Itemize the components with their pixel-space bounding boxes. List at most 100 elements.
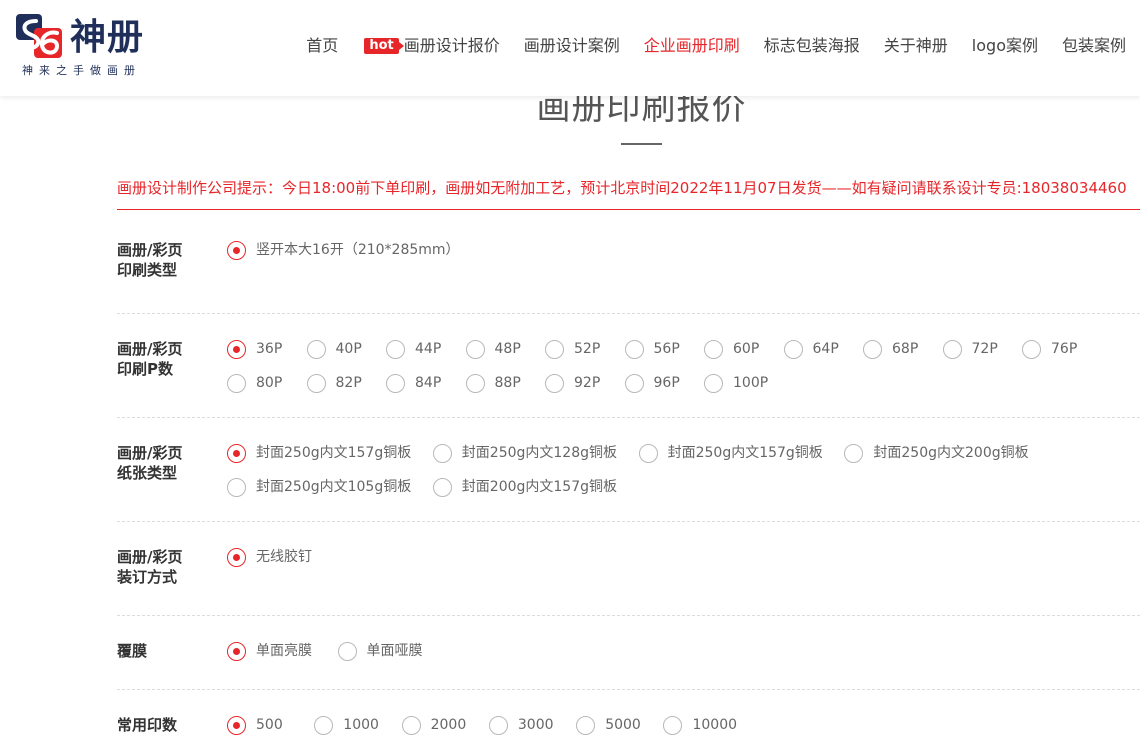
radio-option[interactable]: 单面哑膜 bbox=[337, 641, 449, 661]
radio-option[interactable]: 96P bbox=[624, 373, 705, 393]
radio-option[interactable]: 无线胶钉 bbox=[227, 547, 312, 567]
radio-option[interactable]: 36P bbox=[227, 339, 307, 359]
radio-option-label: 52P bbox=[574, 341, 601, 357]
group-label-line: 纸张类型 bbox=[117, 464, 178, 482]
group-label-line: 覆膜 bbox=[117, 642, 148, 660]
radio-unchecked-icon[interactable] bbox=[488, 715, 508, 735]
radio-unchecked-icon[interactable] bbox=[337, 641, 357, 661]
radio-unchecked-icon[interactable] bbox=[638, 443, 658, 463]
radio-unchecked-icon[interactable] bbox=[704, 373, 723, 393]
radio-option[interactable]: 76P bbox=[1022, 339, 1102, 359]
radio-option[interactable]: 10000 bbox=[663, 715, 750, 735]
nav-item-about[interactable]: 关于神册 bbox=[884, 32, 948, 60]
option-row: 竖开本大16开（210*285mm） bbox=[227, 240, 1137, 260]
nav-item-design-quote[interactable]: hot 画册设计报价 bbox=[364, 32, 500, 60]
radio-option-label: 80P bbox=[256, 375, 283, 391]
radio-unchecked-icon[interactable] bbox=[545, 339, 564, 359]
nav-item-logo-packaging-poster[interactable]: 标志包装海报 bbox=[764, 32, 860, 60]
radio-unchecked-icon[interactable] bbox=[545, 373, 564, 393]
radio-unchecked-icon[interactable] bbox=[227, 477, 246, 497]
radio-option[interactable]: 92P bbox=[545, 373, 625, 393]
radio-unchecked-icon[interactable] bbox=[306, 373, 326, 393]
radio-option[interactable]: 封面250g内文200g铜板 bbox=[844, 443, 1050, 463]
option-row: 80P 82P 84P 88P 92P 96P 100P bbox=[227, 373, 1137, 393]
radio-checked-icon[interactable] bbox=[227, 443, 246, 463]
radio-option[interactable]: 封面200g内文157g铜板 bbox=[432, 477, 639, 497]
radio-unchecked-icon[interactable] bbox=[863, 339, 882, 359]
radio-option[interactable]: 68P bbox=[863, 339, 943, 359]
radio-unchecked-icon[interactable] bbox=[314, 715, 334, 735]
radio-unchecked-icon[interactable] bbox=[624, 339, 644, 359]
radio-unchecked-icon[interactable] bbox=[942, 339, 962, 359]
nav-item-logo-cases[interactable]: logo案例 bbox=[972, 32, 1038, 60]
radio-option[interactable]: 84P bbox=[386, 373, 466, 393]
radio-option-label: 封面250g内文157g铜板 bbox=[256, 445, 412, 461]
radio-option[interactable]: 48P bbox=[465, 339, 546, 359]
radio-unchecked-icon[interactable] bbox=[386, 373, 405, 393]
options-binding: 无线胶钉 bbox=[227, 547, 1137, 581]
radio-option-label: 40P bbox=[335, 341, 362, 357]
radio-option[interactable]: 56P bbox=[624, 339, 705, 359]
radio-option[interactable]: 44P bbox=[386, 339, 466, 359]
radio-unchecked-icon[interactable] bbox=[1022, 339, 1041, 359]
radio-option-label: 36P bbox=[256, 341, 283, 357]
radio-unchecked-icon[interactable] bbox=[465, 339, 485, 359]
radio-unchecked-icon[interactable] bbox=[432, 443, 452, 463]
option-group-paper-type: 画册/彩页 纸张类型 封面250g内文157g铜板 封面250g内文128g铜板封… bbox=[117, 443, 1140, 513]
nav-item-label: 标志包装海报 bbox=[763, 36, 860, 55]
nav-item-brochure-printing[interactable]: 企业画册印刷 bbox=[644, 32, 740, 60]
radio-unchecked-icon[interactable] bbox=[624, 373, 644, 393]
notice-divider bbox=[117, 209, 1140, 210]
radio-option-label: 64P bbox=[812, 341, 839, 357]
radio-checked-icon[interactable] bbox=[227, 715, 246, 735]
radio-checked-icon[interactable] bbox=[227, 240, 246, 260]
radio-option[interactable]: 封面250g内文157g铜板 bbox=[227, 443, 433, 463]
radio-unchecked-icon[interactable] bbox=[783, 339, 803, 359]
radio-option[interactable]: 1000 bbox=[314, 715, 401, 735]
radio-option[interactable]: 72P bbox=[942, 339, 1023, 359]
group-label: 画册/彩页 印刷P数 bbox=[117, 339, 217, 379]
radio-option[interactable]: 3000 bbox=[488, 715, 576, 735]
radio-unchecked-icon[interactable] bbox=[432, 477, 452, 497]
radio-option[interactable]: 封面250g内文157g铜板 bbox=[638, 443, 845, 463]
radio-option[interactable]: 80P bbox=[227, 373, 307, 393]
radio-option[interactable]: 封面250g内文128g铜板 bbox=[432, 443, 639, 463]
radio-unchecked-icon[interactable] bbox=[576, 715, 596, 735]
radio-checked-icon[interactable] bbox=[227, 339, 246, 359]
radio-option[interactable]: 52P bbox=[545, 339, 625, 359]
nav-item-design-cases[interactable]: 画册设计案例 bbox=[524, 32, 620, 60]
radio-option[interactable]: 82P bbox=[306, 373, 387, 393]
radio-unchecked-icon[interactable] bbox=[306, 339, 326, 359]
nav-item-home[interactable]: 首页 bbox=[306, 32, 338, 60]
radio-unchecked-icon[interactable] bbox=[704, 339, 723, 359]
radio-checked-icon[interactable] bbox=[227, 641, 246, 661]
radio-option-label: 92P bbox=[574, 375, 601, 391]
radio-unchecked-icon[interactable] bbox=[386, 339, 405, 359]
radio-option[interactable]: 88P bbox=[465, 373, 546, 393]
radio-option[interactable]: 60P bbox=[704, 339, 784, 359]
radio-unchecked-icon[interactable] bbox=[844, 443, 864, 463]
radio-option-label: 72P bbox=[971, 341, 998, 357]
nav-item-packaging-cases[interactable]: 包装案例 bbox=[1062, 32, 1126, 60]
radio-option[interactable]: 封面250g内文105g铜板 bbox=[227, 477, 433, 497]
radio-option-label: 500 bbox=[256, 717, 283, 733]
radio-option[interactable]: 2000 bbox=[401, 715, 489, 735]
radio-option[interactable]: 64P bbox=[783, 339, 864, 359]
radio-unchecked-icon[interactable] bbox=[227, 373, 246, 393]
radio-option[interactable]: 40P bbox=[306, 339, 387, 359]
radio-option[interactable]: 5000 bbox=[576, 715, 663, 735]
radio-option[interactable]: 500 bbox=[227, 715, 314, 735]
shipping-notice: 画册设计制作公司提示：今日18:00前下单印刷，画册如无附加工艺，预计北京时间2… bbox=[117, 179, 1127, 197]
radio-option[interactable]: 单面亮膜 bbox=[227, 641, 338, 661]
radio-option-label: 60P bbox=[733, 341, 760, 357]
radio-option-label: 82P bbox=[335, 375, 362, 391]
radio-checked-icon[interactable] bbox=[227, 547, 246, 567]
radio-option[interactable]: 100P bbox=[704, 373, 784, 393]
radio-unchecked-icon[interactable] bbox=[401, 715, 421, 735]
radio-option[interactable]: 竖开本大16开（210*285mm） bbox=[227, 240, 460, 260]
radio-unchecked-icon[interactable] bbox=[663, 715, 683, 735]
brand-logo[interactable]: 神册 神来之手做画册 bbox=[16, 14, 156, 80]
options-quantity: 500 1000 2000 3000 5000 10000 bbox=[227, 715, 1137, 748]
group-divider bbox=[117, 615, 1140, 616]
radio-unchecked-icon[interactable] bbox=[465, 373, 485, 393]
